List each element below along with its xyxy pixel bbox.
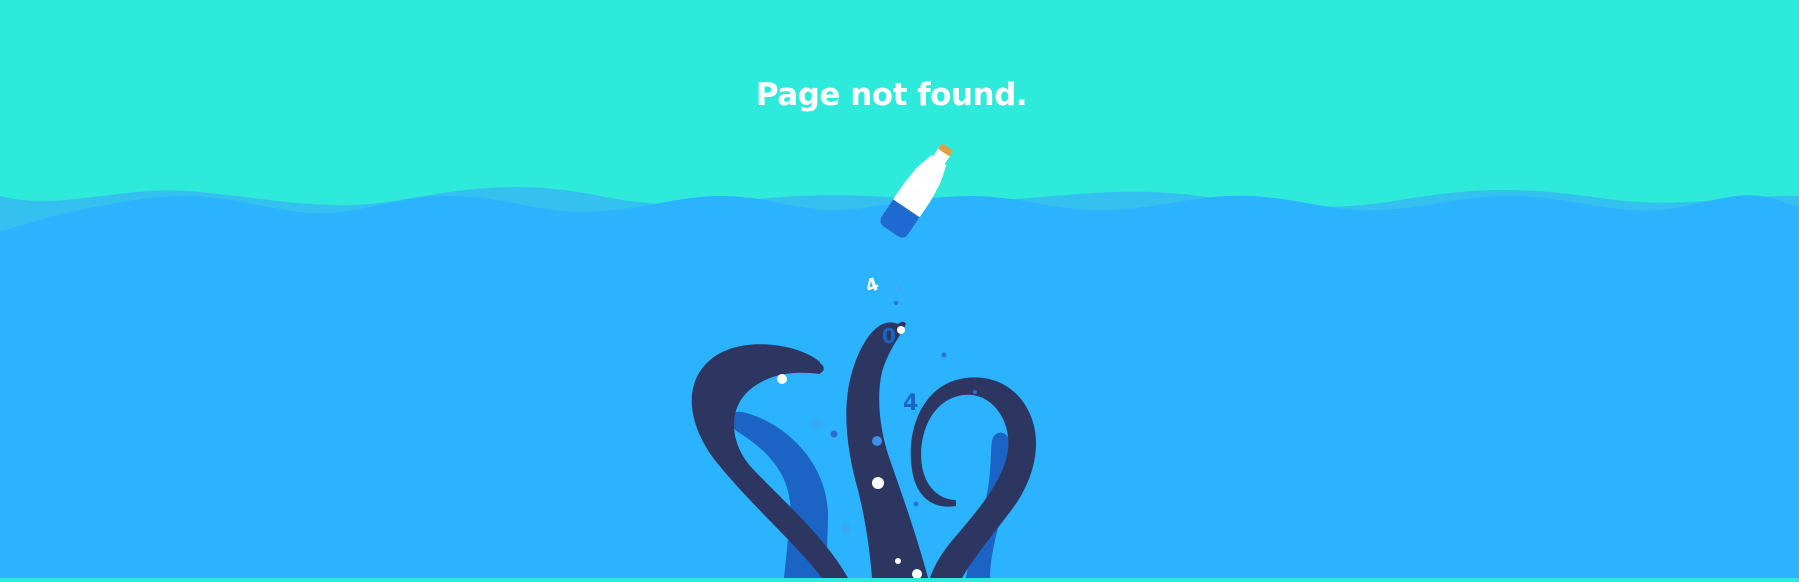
error-page: 4 0 4 Page not found.: [0, 0, 1799, 579]
falling-digit-zero: 0: [882, 324, 896, 348]
page-title: Page not found.: [755, 77, 1028, 113]
falling-digit-four-bottom: 4: [903, 391, 918, 416]
